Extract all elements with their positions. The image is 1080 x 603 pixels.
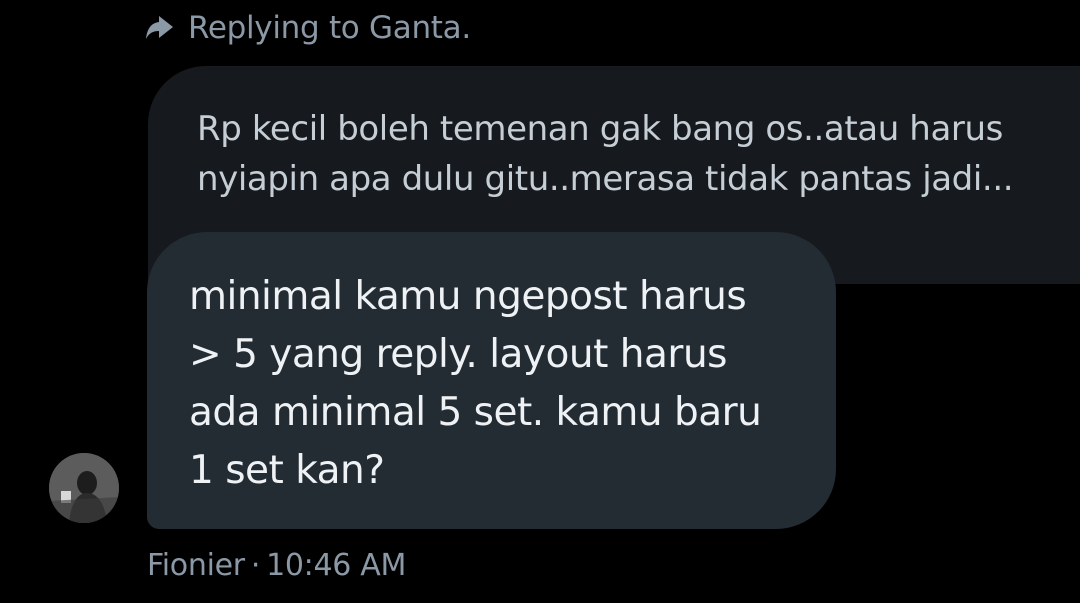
dm-conversation-screen: Replying to Ganta. Rp kecil boleh temena… <box>0 0 1080 603</box>
reply-context: Replying to Ganta. <box>144 8 471 48</box>
avatar[interactable] <box>49 453 119 523</box>
message-meta: Fionier · 10:46 AM <box>147 548 406 583</box>
message-text: minimal kamu ngepost harus > 5 yang repl… <box>189 274 762 493</box>
quoted-message-text: Rp kecil boleh temenan gak bang os..atau… <box>197 109 1014 199</box>
meta-separator: · <box>250 548 261 583</box>
sender-name: Fionier <box>147 548 245 583</box>
message-timestamp: 10:46 AM <box>266 548 407 583</box>
reply-arrow-icon <box>144 12 176 44</box>
reply-label: Replying to Ganta. <box>188 10 471 46</box>
